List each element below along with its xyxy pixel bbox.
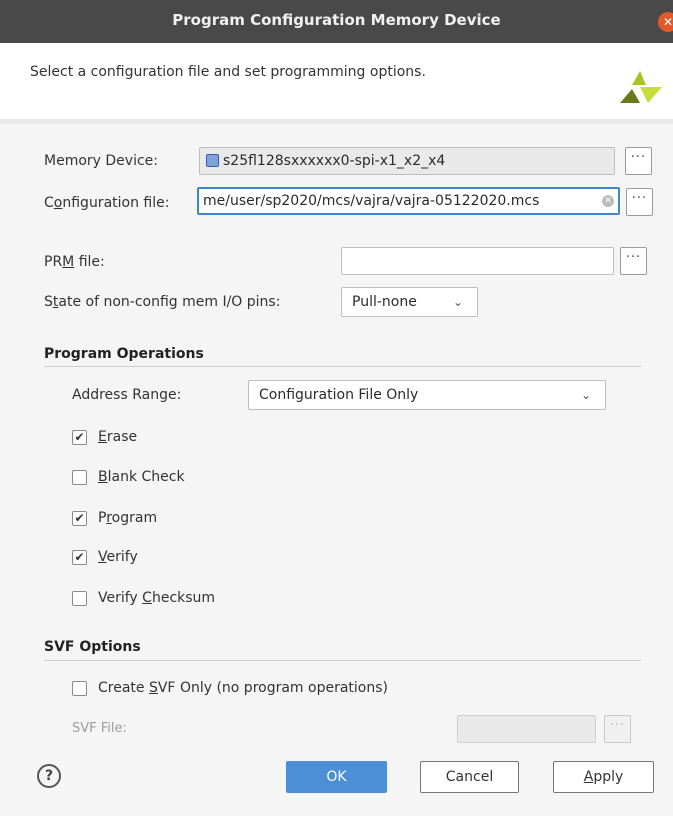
memory-device-field: s25fl128sxxxxxx0-spi-x1_x2_x4	[199, 147, 615, 175]
title-bar: Program Configuration Memory Device ✕	[0, 0, 673, 43]
dialog-header: Select a configuration file and set prog…	[0, 43, 673, 119]
chevron-down-icon: ⌄	[580, 388, 591, 402]
config-file-browse-button[interactable]: ···	[626, 188, 653, 216]
apply-button[interactable]: Apply	[553, 761, 654, 793]
config-file-label: Configuration file:	[44, 195, 170, 211]
svf-options-heading: SVF Options	[44, 639, 141, 655]
chevron-down-icon: ⌄	[452, 295, 463, 309]
state-pins-value: Pull-none	[352, 294, 417, 310]
cancel-button[interactable]: Cancel	[420, 761, 519, 793]
verify-checkbox-box[interactable]: ✔	[72, 550, 87, 565]
address-range-value: Configuration File Only	[259, 387, 419, 403]
chip-icon	[206, 153, 219, 167]
create-svf-checkbox-label: Create SVF Only (no program operations)	[98, 680, 388, 696]
blank-check-checkbox-box[interactable]	[72, 470, 87, 485]
program-checkbox-box[interactable]: ✔	[72, 511, 87, 526]
section-divider	[44, 660, 641, 661]
dialog-subtitle: Select a configuration file and set prog…	[30, 64, 426, 80]
create-svf-checkbox-box[interactable]	[72, 681, 87, 696]
svf-file-input	[457, 715, 596, 743]
config-file-input[interactable]: me/user/sp2020/mcs/vajra/vajra-05122020.…	[197, 187, 620, 215]
address-range-label: Address Range:	[72, 387, 182, 403]
blank-check-checkbox-label: Blank Check	[98, 469, 185, 485]
svf-file-browse-button: ···	[604, 715, 631, 743]
config-file-value: me/user/sp2020/mcs/vajra/vajra-05122020.…	[203, 193, 540, 209]
dialog-content	[0, 119, 673, 816]
verify-checksum-checkbox-box[interactable]	[72, 591, 87, 606]
ok-button[interactable]: OK	[286, 761, 387, 793]
clear-icon[interactable]: ✕	[602, 195, 614, 207]
memory-device-label: Memory Device:	[44, 153, 158, 169]
window-title: Program Configuration Memory Device	[172, 11, 501, 29]
xilinx-logo	[620, 71, 662, 103]
memory-device-browse-button[interactable]: ···	[625, 147, 652, 175]
memory-device-value: s25fl128sxxxxxx0-spi-x1_x2_x4	[223, 153, 446, 169]
close-icon[interactable]: ✕	[658, 12, 673, 32]
prm-file-label: PRM file:	[44, 254, 105, 270]
verify-checkbox-label: Verify	[98, 549, 138, 565]
program-operations-heading: Program Operations	[44, 346, 204, 362]
prm-file-input[interactable]	[341, 247, 614, 275]
state-pins-select[interactable]: Pull-none ⌄	[341, 287, 478, 317]
verify-checksum-checkbox-label: Verify Checksum	[98, 590, 216, 606]
erase-checkbox-box[interactable]: ✔	[72, 430, 87, 445]
help-icon[interactable]: ?	[37, 764, 61, 788]
address-range-select[interactable]: Configuration File Only ⌄	[248, 380, 606, 410]
program-checkbox-label: Program	[98, 510, 158, 526]
section-divider	[44, 366, 641, 367]
erase-checkbox-label: Erase	[98, 429, 138, 445]
svf-file-label: SVF File:	[72, 721, 127, 736]
state-pins-label: State of non-config mem I/O pins:	[44, 294, 281, 310]
prm-file-browse-button[interactable]: ···	[620, 247, 647, 275]
